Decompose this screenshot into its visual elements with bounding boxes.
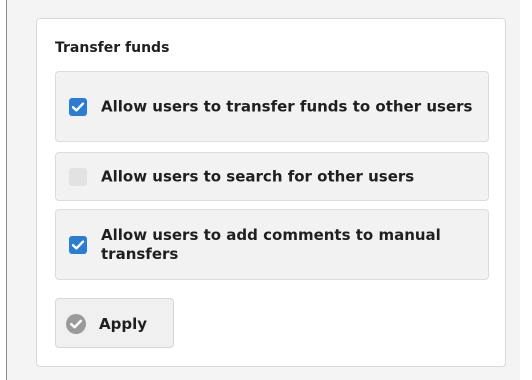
apply-label: Apply [99,315,148,333]
add-comments-checkbox[interactable] [69,235,87,254]
check-circle-icon [66,314,86,334]
search-users-label: Allow users to search for other users [101,167,415,185]
option-search-users[interactable]: Allow users to search for other users [55,152,489,201]
section-title: Transfer funds [55,40,170,56]
apply-checkmark-icon [70,319,83,329]
option-transfer-funds[interactable]: Allow users to transfer funds to other u… [55,71,489,142]
search-users-checkbox[interactable] [69,167,87,186]
left-frame-border [0,0,7,380]
option-add-comments[interactable]: Allow users to add comments to manual tr… [55,209,489,280]
checkmark-icon [71,101,85,112]
apply-button[interactable]: Apply [55,298,174,348]
transfer-funds-checkbox[interactable] [69,97,87,116]
add-comments-label: Allow users to add comments to manual tr… [101,225,441,263]
transfer-funds-card: Transfer funds Allow users to transfer f… [36,18,506,367]
checkmark-icon [71,239,85,250]
right-frame-gutter [520,0,532,380]
transfer-funds-label: Allow users to transfer funds to other u… [101,97,473,115]
